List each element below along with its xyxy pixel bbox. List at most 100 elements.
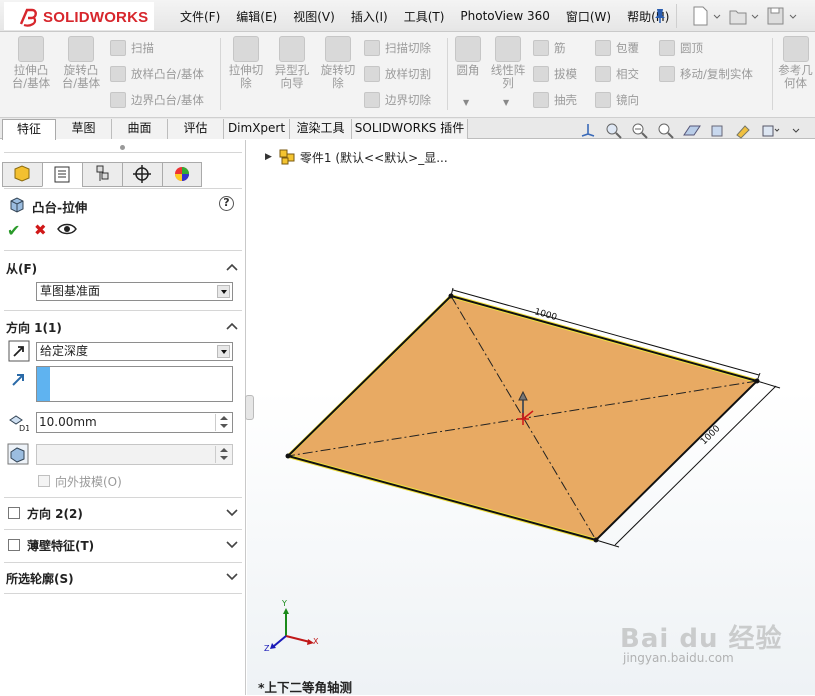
view-selector-icon[interactable] — [707, 122, 729, 139]
tab-evaluate[interactable]: 评估 — [168, 119, 224, 139]
expand-chevron-icon[interactable] — [226, 541, 238, 549]
mirror-icon — [595, 92, 611, 108]
reverse-direction-icon[interactable] — [8, 340, 30, 362]
revolve-cut-button[interactable]: 旋转切 除 — [316, 36, 360, 90]
draft-angle-spinner[interactable] — [215, 446, 231, 463]
from-select[interactable]: 草图基准面 — [36, 282, 233, 301]
ds-logo-icon — [19, 8, 37, 27]
draft-angle-input[interactable] — [36, 444, 233, 465]
lofted-cut-button[interactable]: 放样切割 — [364, 64, 431, 84]
expand-chevron-icon[interactable] — [226, 573, 238, 581]
reference-geometry-label: 参考几 何体 — [778, 63, 813, 90]
open-folder-icon[interactable] — [726, 4, 760, 28]
menu-window[interactable]: 窗口(W) — [558, 8, 619, 25]
hide-show-icon[interactable] — [759, 122, 781, 139]
mirror-button[interactable]: 镜向 — [595, 90, 639, 110]
tab-sketch[interactable]: 草图 — [56, 119, 112, 139]
direction-selection-box[interactable] — [36, 366, 233, 402]
tab-solidworks-addins[interactable]: SOLIDWORKS 插件 — [352, 119, 468, 139]
feature-manager-tab[interactable] — [2, 162, 42, 187]
help-icon[interactable]: ? — [219, 196, 234, 211]
reference-geometry-button[interactable]: 参考几 何体 — [776, 36, 815, 90]
previous-view-icon[interactable] — [655, 122, 677, 139]
zoom-to-area-icon[interactable] — [629, 122, 651, 139]
save-icon[interactable] — [764, 4, 798, 28]
end-condition-select[interactable]: 给定深度 — [36, 342, 233, 361]
menu-tools[interactable]: 工具(T) — [396, 8, 453, 25]
dimxpert-manager-tab[interactable] — [122, 162, 162, 187]
depth-input[interactable]: 10.00mm — [36, 412, 233, 433]
dome-button[interactable]: 圆顶 — [659, 38, 703, 58]
revolve-boss-button[interactable]: 旋转凸 台/基体 — [58, 36, 104, 90]
draft-toggle-icon[interactable] — [7, 443, 29, 465]
property-manager-tab[interactable] — [42, 162, 82, 187]
divider — [4, 250, 242, 251]
menu-insert[interactable]: 插入(I) — [343, 8, 396, 25]
linear-pattern-label: 线性阵 列 — [490, 63, 526, 90]
fillet-dropdown-icon[interactable]: ▼ — [463, 98, 469, 107]
move-copy-button[interactable]: 移动/复制实体 — [659, 64, 753, 84]
move-copy-icon — [659, 66, 675, 82]
pattern-dropdown-icon[interactable]: ▼ — [503, 98, 509, 107]
depth-spinner[interactable] — [215, 414, 231, 431]
ok-button[interactable]: ✔ — [7, 221, 20, 240]
divider — [4, 562, 242, 563]
rib-button[interactable]: 筋 — [533, 38, 566, 58]
toolbar-separator — [447, 38, 448, 110]
revolve-cut-label: 旋转切 除 — [320, 63, 356, 90]
direction2-section-label[interactable]: 方向 2(2) — [27, 505, 83, 522]
expand-chevron-icon[interactable] — [226, 509, 238, 517]
more-view-tools-icon[interactable] — [785, 122, 807, 139]
draft-button[interactable]: 拔模 — [533, 64, 577, 84]
selected-contours-section-label[interactable]: 所选轮廓(S) — [6, 570, 74, 587]
command-manager: 拉伸凸 台/基体 旋转凸 台/基体 扫描 放样凸台/基体 边界凸台/基体 拉伸切… — [0, 32, 815, 118]
menu-view[interactable]: 视图(V) — [285, 8, 343, 25]
preview-eye-icon[interactable] — [57, 222, 77, 236]
tab-render-tools[interactable]: 渲染工具 — [290, 119, 352, 139]
tab-surfaces[interactable]: 曲面 — [112, 119, 168, 139]
section-view-icon[interactable] — [681, 122, 703, 139]
loft-button[interactable]: 放样凸台/基体 — [110, 64, 204, 84]
menu-edit[interactable]: 编辑(E) — [228, 8, 285, 25]
draft-outward-checkbox[interactable] — [38, 475, 50, 487]
menu-file[interactable]: 文件(F) — [172, 8, 228, 25]
vertex-point[interactable] — [285, 453, 291, 459]
configuration-manager-tab[interactable] — [82, 162, 122, 187]
swept-cut-button[interactable]: 扫描切除 — [364, 38, 431, 58]
thin-feature-section-label[interactable]: 薄壁特征(T) — [27, 537, 94, 554]
new-document-icon[interactable] — [688, 4, 722, 28]
tab-features[interactable]: 特征 — [2, 119, 56, 140]
swept-cut-icon — [364, 40, 380, 56]
view-orientation-icon[interactable] — [577, 122, 599, 139]
extrude-boss-label: 拉伸凸 台/基体 — [11, 63, 51, 90]
from-section-label[interactable]: 从(F) — [6, 260, 37, 277]
display-style-icon[interactable] — [733, 122, 755, 139]
collapse-chevron-icon[interactable] — [226, 322, 238, 330]
cancel-button[interactable]: ✖ — [34, 221, 47, 239]
menu-photoview[interactable]: PhotoView 360 — [452, 9, 557, 23]
fillet-button[interactable]: 圆角 — [451, 36, 485, 77]
collapse-chevron-icon[interactable] — [226, 263, 238, 271]
extrude-cut-button[interactable]: 拉伸切 除 — [224, 36, 268, 90]
menu-help[interactable]: 帮助(H) — [619, 8, 677, 25]
shell-button[interactable]: 抽壳 — [533, 90, 577, 110]
thin-feature-checkbox[interactable] — [8, 539, 20, 551]
tab-dimxpert[interactable]: DimXpert — [224, 119, 290, 139]
display-manager-tab[interactable] — [162, 162, 202, 187]
fillet-icon — [455, 36, 481, 62]
dome-label: 圆顶 — [680, 41, 703, 55]
zoom-to-fit-icon[interactable] — [603, 122, 625, 139]
wrap-button[interactable]: 包覆 — [595, 38, 639, 58]
sweep-button[interactable]: 扫描 — [110, 38, 154, 58]
extrude-boss-button[interactable]: 拉伸凸 台/基体 — [8, 36, 54, 90]
direction1-section-label[interactable]: 方向 1(1) — [6, 319, 62, 336]
boundary-boss-button[interactable]: 边界凸台/基体 — [110, 90, 204, 110]
linear-pattern-button[interactable]: 线性阵 列 — [487, 36, 529, 90]
pin-icon[interactable] — [653, 8, 667, 24]
hole-wizard-button[interactable]: 异型孔 向导 — [270, 36, 314, 90]
intersect-button[interactable]: 相交 — [595, 64, 639, 84]
solidworks-logo[interactable]: SOLIDWORKS — [4, 2, 154, 30]
boundary-cut-button[interactable]: 边界切除 — [364, 90, 431, 110]
panel-grip[interactable] — [120, 145, 125, 150]
direction2-checkbox[interactable] — [8, 507, 20, 519]
